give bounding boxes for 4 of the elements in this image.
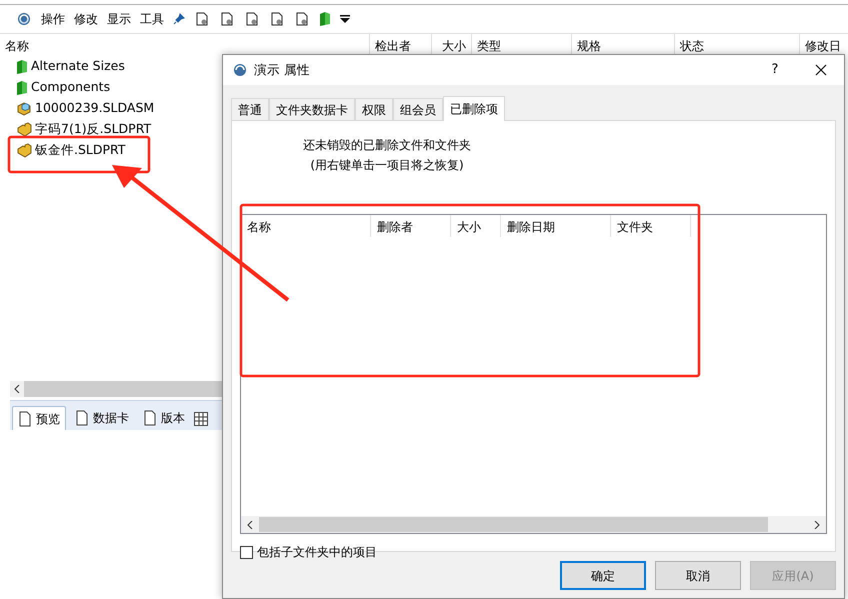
window-title: 演示 属性 <box>254 60 310 79</box>
info-text: (用右键单击一项目将之恢复) <box>310 157 464 174</box>
checkbox-label: 包括子文件夹中的项目 <box>257 544 377 561</box>
info-text: 还未销毁的已删除文件和文件夹 <box>303 137 471 154</box>
